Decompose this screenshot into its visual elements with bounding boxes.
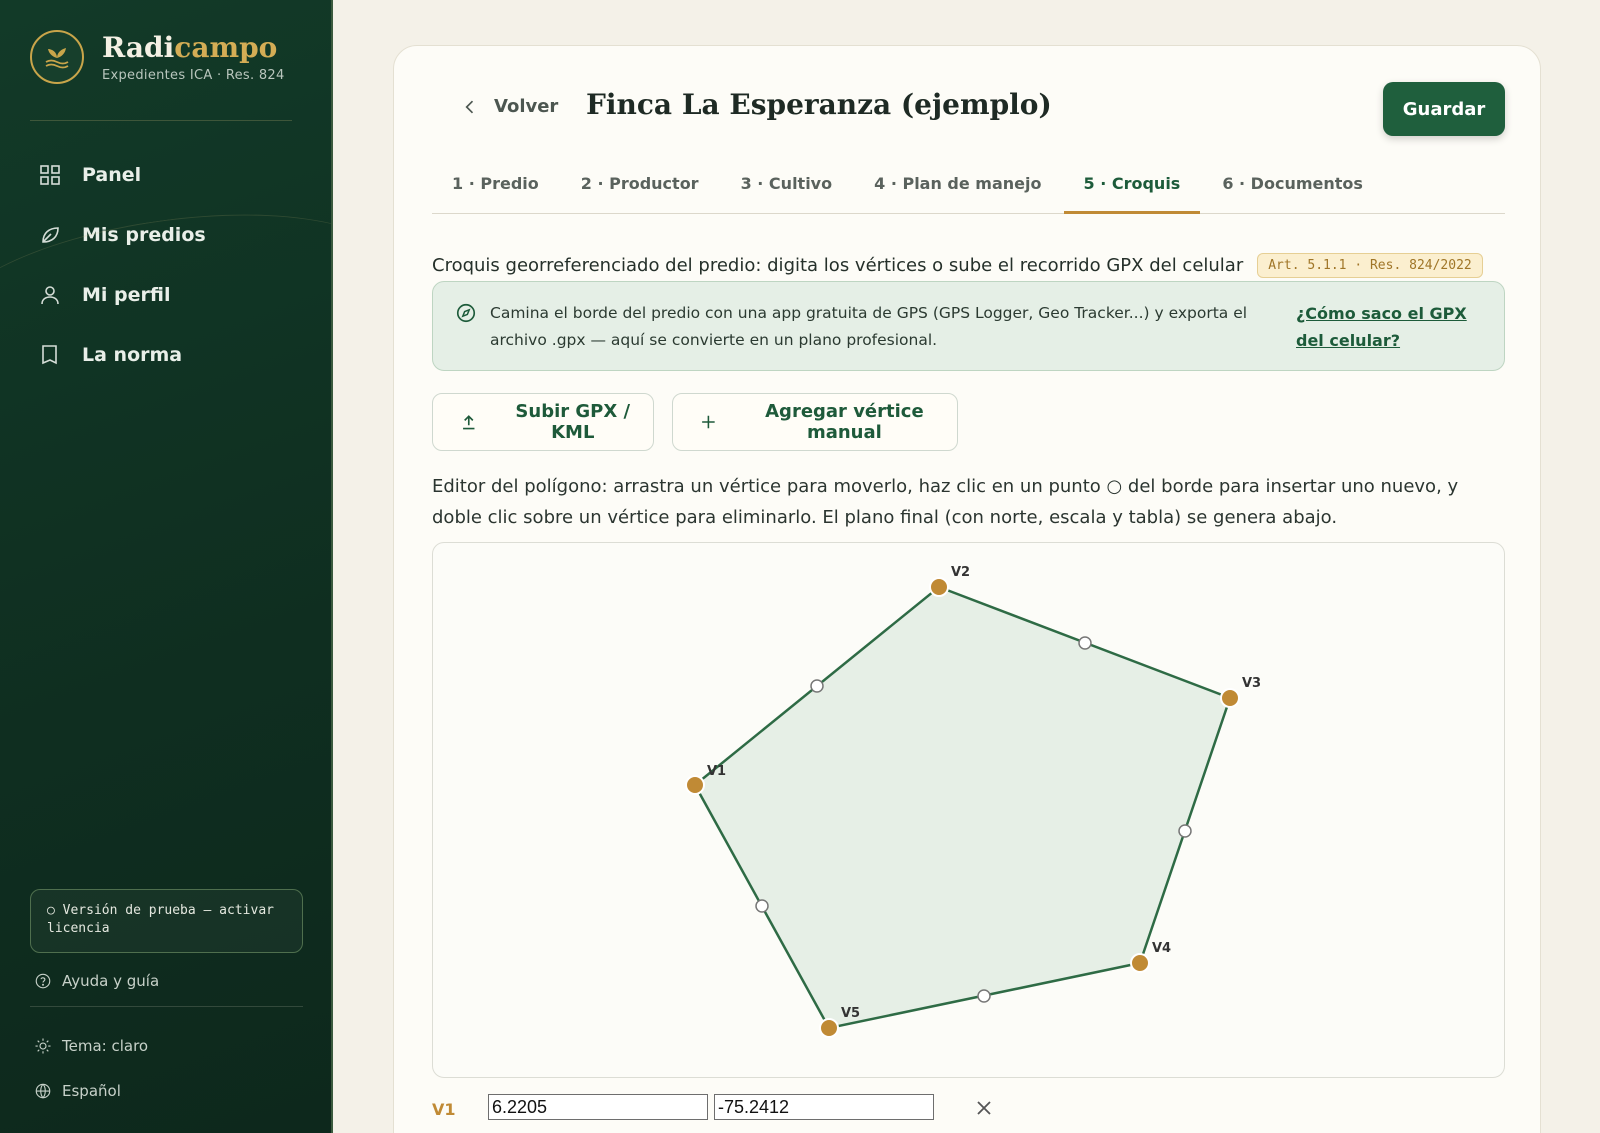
vertex-label-v3: V3 [1242, 676, 1261, 691]
page-title: Finca La Esperanza (ejemplo) [586, 88, 1052, 121]
sidebar-item-mi-perfil[interactable]: Mi perfil [0, 265, 331, 325]
vertex-v2[interactable] [929, 577, 949, 597]
tab-predio[interactable]: 1 · Predio [432, 162, 559, 214]
sidebar: Radicampo Expedientes ICA · Res. 824 Pan… [0, 0, 333, 1133]
help-icon [35, 973, 51, 989]
brand-subtitle: Expedientes ICA · Res. 824 [102, 67, 285, 83]
sidebar-item-label: La norma [82, 344, 183, 366]
trial-license-button[interactable]: ○ Versión de prueba — activar licencia [30, 889, 303, 953]
vertex-label-v5: V5 [841, 1006, 860, 1021]
vertex-lon-input[interactable] [714, 1094, 934, 1120]
language-selector[interactable]: Español [34, 1082, 121, 1100]
vertex-row-label: V1 [432, 1100, 456, 1119]
sidebar-item-label: Mis predios [82, 224, 206, 246]
vertex-v4[interactable] [1130, 953, 1150, 973]
editor-instructions: Editor del polígono: arrastra un vértice… [432, 476, 1459, 528]
vertex-label-v4: V4 [1152, 941, 1171, 956]
user-icon [41, 286, 59, 305]
regulation-badge: Art. 5.1.1 · Res. 824/2022 [1257, 253, 1483, 278]
vertex-v3[interactable] [1220, 688, 1240, 708]
polygon-editor[interactable]: V1 V2 V3 V4 V5 [432, 542, 1505, 1078]
vertex-lat-input[interactable] [488, 1094, 708, 1120]
leaf-icon [42, 227, 59, 243]
theme-toggle[interactable]: Tema: claro [34, 1037, 148, 1055]
edge-midpoint-5-1[interactable] [755, 899, 769, 913]
brand[interactable]: Radicampo Expedientes ICA · Res. 824 [30, 30, 285, 84]
divider [30, 120, 292, 121]
close-icon[interactable] [972, 1096, 996, 1120]
add-vertex-button[interactable]: Agregar vértice manual [672, 393, 958, 451]
tab-croquis[interactable]: 5 · Croquis [1063, 162, 1201, 214]
help-link[interactable]: Ayuda y guía [34, 972, 159, 990]
chevron-left-icon [465, 100, 474, 113]
sidebar-nav: Panel Mis predios Mi perfil La norma [0, 145, 331, 385]
vertex-v1[interactable] [685, 775, 705, 795]
sidebar-item-mis-predios[interactable]: Mis predios [0, 205, 331, 265]
plus-icon [702, 415, 715, 429]
vertex-v5[interactable] [819, 1018, 839, 1038]
croquis-intro: Croquis georreferenciado del predio: dig… [432, 253, 1483, 278]
divider [30, 1006, 303, 1007]
globe-icon [35, 1083, 51, 1099]
gpx-info-box: Camina el borde del predio con una app g… [432, 281, 1505, 371]
save-button[interactable]: Guardar [1383, 82, 1505, 136]
edge-midpoint-2-3[interactable] [1078, 636, 1092, 650]
vertex-label-v1: V1 [707, 764, 726, 779]
expediente-card: Volver Finca La Esperanza (ejemplo) Guar… [393, 45, 1541, 1133]
sidebar-item-label: Panel [82, 164, 142, 186]
compass-icon [456, 303, 476, 323]
sun-icon [35, 1038, 51, 1054]
edge-midpoint-1-2[interactable] [810, 679, 824, 693]
upload-icon [463, 415, 475, 430]
tab-plan-de-manejo[interactable]: 4 · Plan de manejo [854, 162, 1061, 214]
tab-productor[interactable]: 2 · Productor [561, 162, 719, 214]
back-button[interactable]: Volver [460, 96, 558, 117]
upload-gpx-button[interactable]: Subir GPX / KML [432, 393, 654, 451]
tab-documentos[interactable]: 6 · Documentos [1202, 162, 1383, 214]
brand-name: Radicampo [102, 30, 278, 64]
logo-icon [30, 30, 84, 84]
tab-cultivo[interactable]: 3 · Cultivo [721, 162, 853, 214]
gpx-help-link[interactable]: ¿Cómo saco el GPX del celular? [1296, 300, 1476, 354]
edge-midpoint-3-4[interactable] [1178, 824, 1192, 838]
sidebar-item-la-norma[interactable]: La norma [0, 325, 331, 385]
step-tabs: 1 · Predio 2 · Productor 3 · Cultivo 4 ·… [432, 162, 1505, 214]
vertex-label-v2: V2 [951, 565, 970, 580]
info-text: Camina el borde del predio con una app g… [490, 304, 1248, 349]
grid-icon [40, 165, 60, 185]
sidebar-item-label: Mi perfil [82, 284, 171, 306]
book-icon [42, 345, 57, 365]
sidebar-item-panel[interactable]: Panel [0, 145, 331, 205]
vertex-row: V1 [432, 1094, 1505, 1128]
edge-midpoint-4-5[interactable] [977, 989, 991, 1003]
polygon-canvas[interactable]: V1 V2 V3 V4 V5 [433, 543, 1505, 1078]
